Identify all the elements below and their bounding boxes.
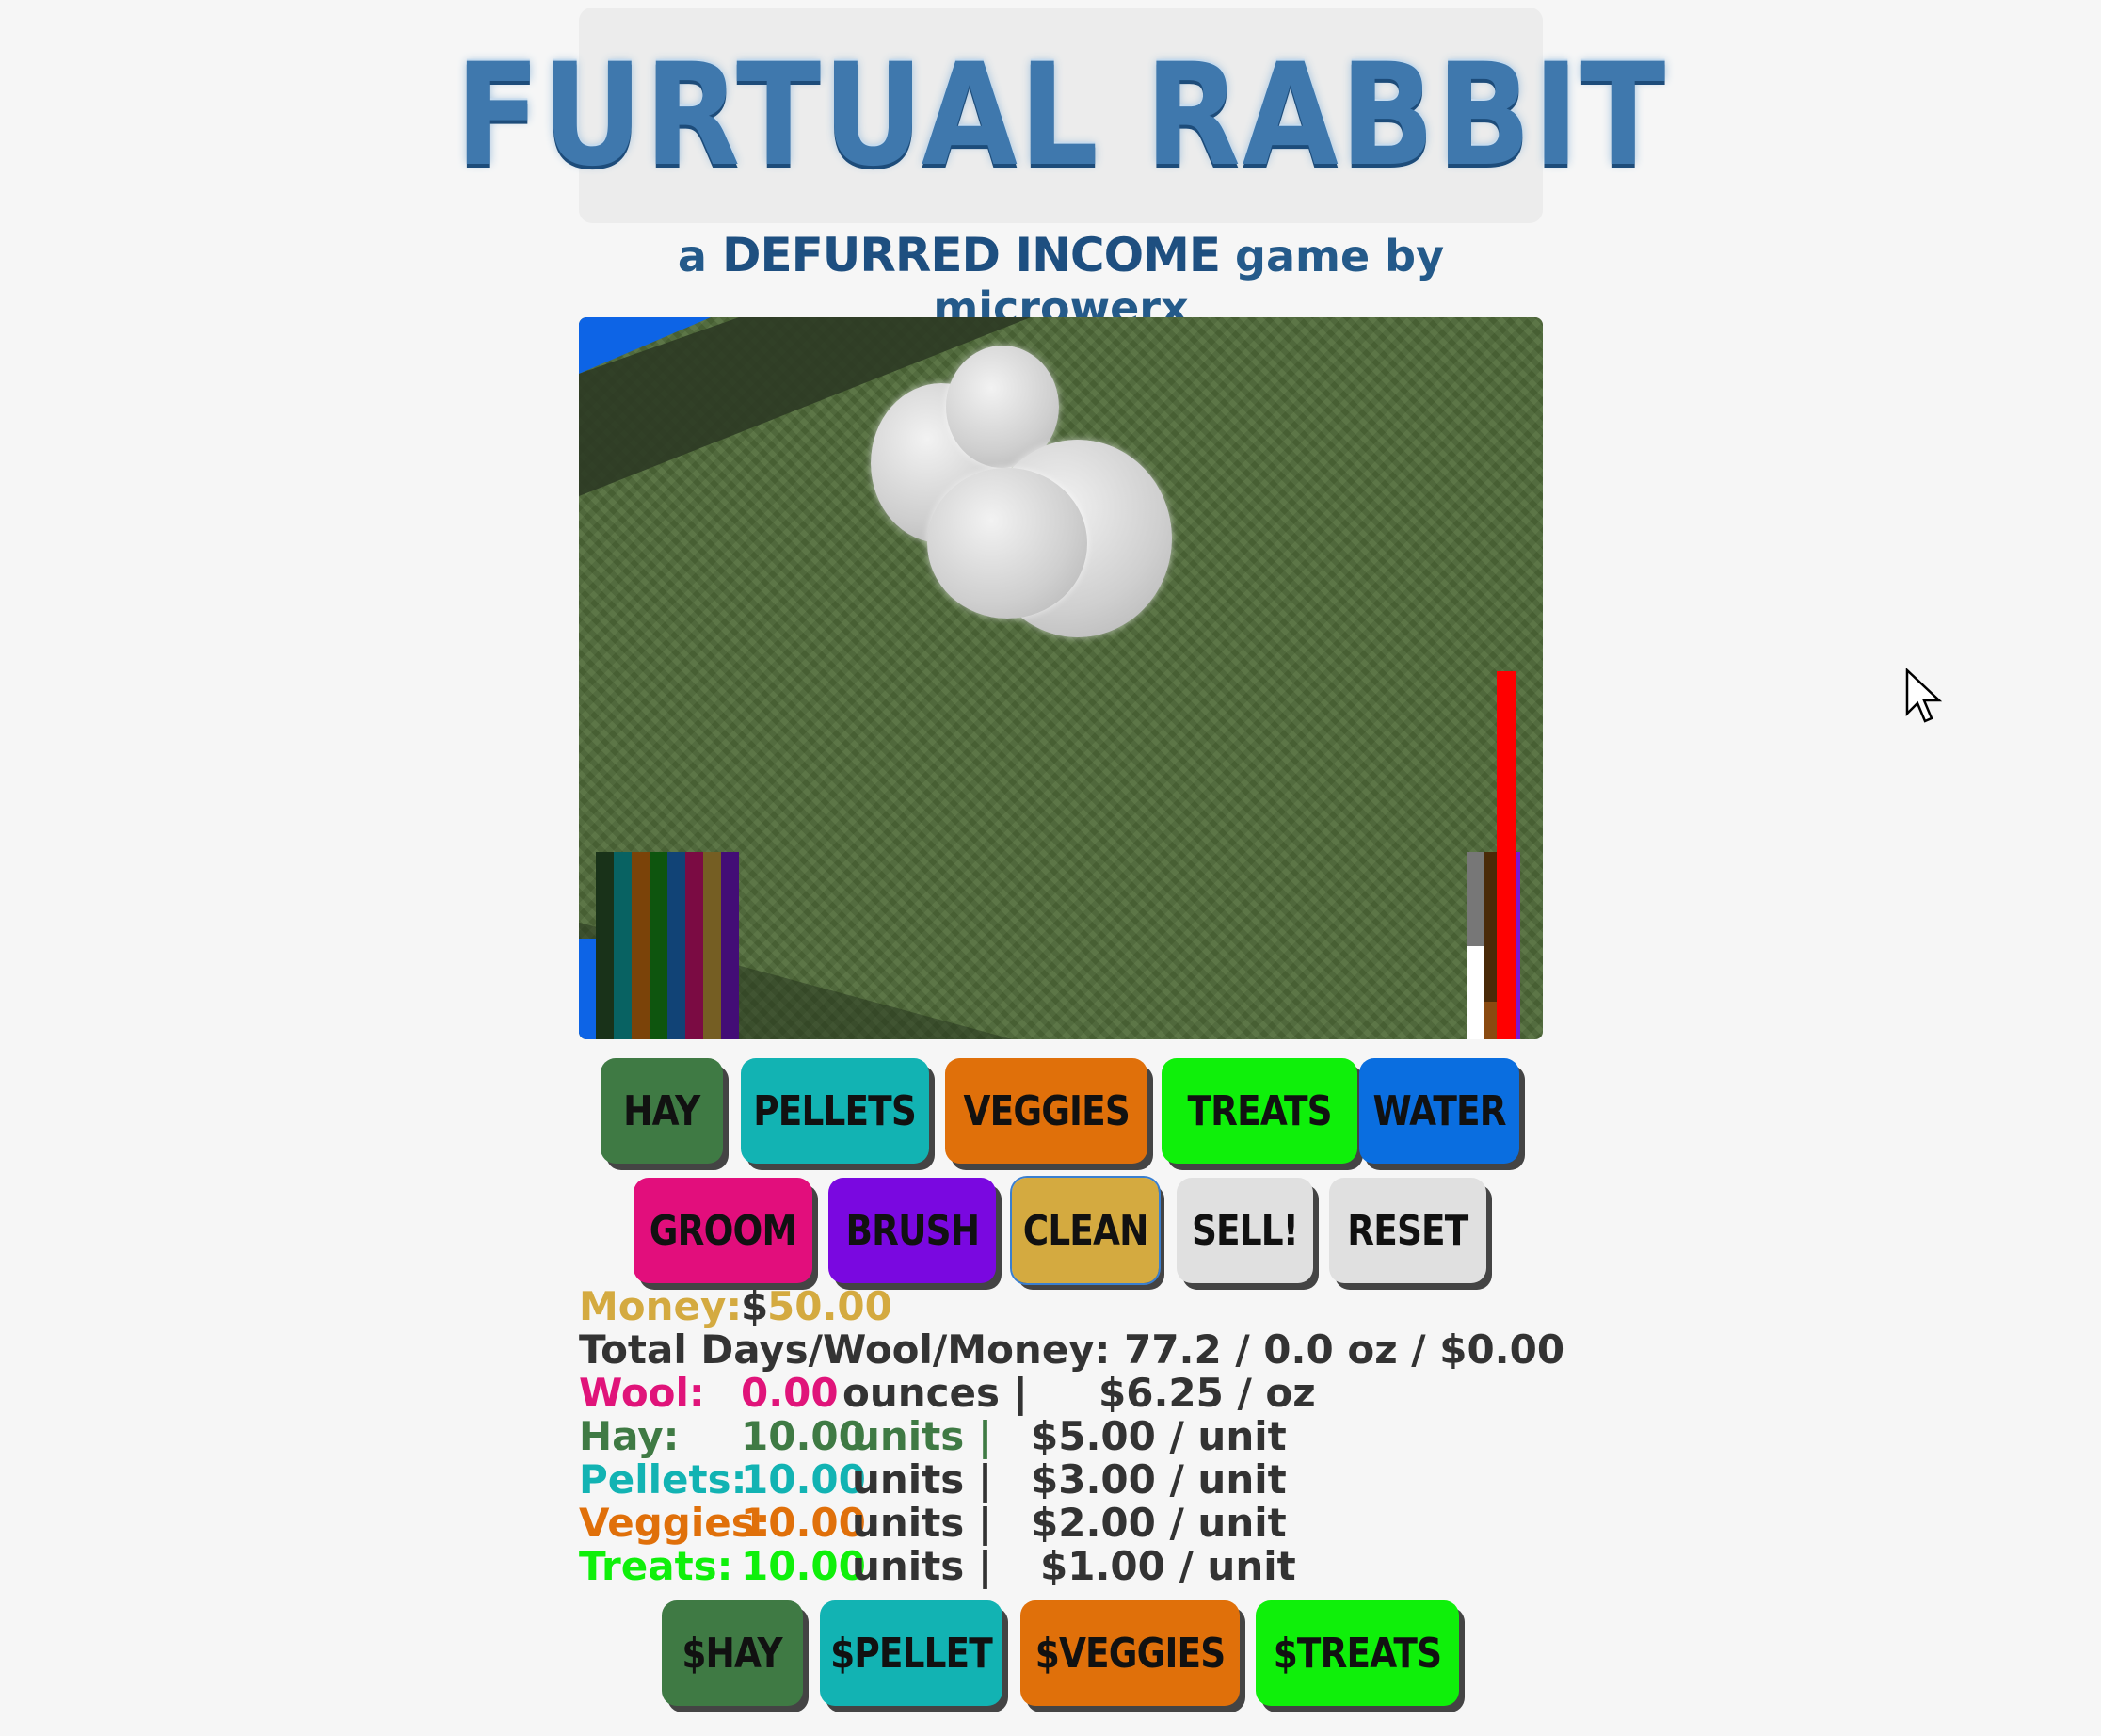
sell-button-label: SELL!: [1192, 1206, 1299, 1255]
hay-button[interactable]: HAY: [601, 1058, 723, 1164]
money-dollar: $: [741, 1283, 769, 1329]
veggies-price: $2.00 / unit: [1031, 1500, 1287, 1546]
treats-units: units |: [852, 1543, 993, 1589]
left-status-bar-fill-2: [632, 998, 650, 1039]
right-status-bar-fill-0: [1467, 945, 1484, 1039]
game-viewport[interactable]: [579, 317, 1543, 1039]
water-button-label: WATER: [1372, 1086, 1506, 1135]
veggies-button-label: VEGGIES: [963, 1086, 1130, 1135]
hay-label: Hay:: [579, 1413, 680, 1459]
treats-price: $1.00 / unit: [1040, 1543, 1296, 1589]
pellets-button-label: PELLETS: [753, 1086, 918, 1135]
brush-button-label: BRUSH: [845, 1206, 980, 1255]
pellets-button[interactable]: PELLETS: [741, 1058, 929, 1164]
mouse-cursor-icon: [1905, 668, 1943, 723]
veggies-button[interactable]: $VEGGIES: [1020, 1600, 1240, 1706]
hay-value: 10.00: [741, 1413, 866, 1459]
hay-button-label: $HAY: [682, 1629, 783, 1678]
left-status-bar-7: [721, 852, 739, 1039]
treats-button[interactable]: TREATS: [1162, 1058, 1357, 1164]
pellets-label: Pellets:: [579, 1456, 747, 1503]
right-status-bar-0: [1467, 852, 1484, 1039]
money-value: 50.00: [767, 1283, 892, 1329]
left-status-bar-fill-1: [614, 998, 632, 1039]
wool-label: Wool:: [579, 1370, 705, 1416]
reset-button[interactable]: RESET: [1329, 1178, 1486, 1283]
treats-button[interactable]: $TREATS: [1256, 1600, 1459, 1706]
rabbit-fur: [927, 468, 1087, 619]
clean-button-label: CLEAN: [1022, 1206, 1149, 1255]
brush-button[interactable]: BRUSH: [828, 1178, 996, 1283]
wool-price: $6.25 / oz: [1099, 1370, 1316, 1416]
subtitle-brand: DEFURRED INCOME: [721, 228, 1221, 282]
veggies-units: units |: [852, 1500, 993, 1546]
hay-price: $5.00 / unit: [1031, 1413, 1287, 1459]
treats-value: 10.00: [741, 1543, 866, 1589]
veggies-button-label: $VEGGIES: [1034, 1629, 1226, 1678]
rabbit[interactable]: [852, 346, 1172, 647]
money-label: Money:: [579, 1283, 743, 1329]
hay-button[interactable]: $HAY: [662, 1600, 803, 1706]
hay-units: units |: [852, 1413, 993, 1459]
treats-button-label: $TREATS: [1273, 1629, 1442, 1678]
left-status-bar-fill-6: [703, 852, 721, 1039]
hay-button-label: HAY: [623, 1086, 700, 1135]
groom-button[interactable]: GROOM: [634, 1178, 812, 1283]
pellet-button-label: $PELLET: [830, 1629, 993, 1678]
left-status-bar-5: [685, 852, 703, 1039]
left-status-bars: [596, 852, 739, 1039]
veggies-button[interactable]: VEGGIES: [945, 1058, 1147, 1164]
water-button[interactable]: WATER: [1359, 1058, 1519, 1164]
red-status-bar: [1497, 671, 1516, 1039]
title-logo: FURTUAL RABBIT: [455, 8, 1665, 223]
left-status-bar-fill-5: [685, 923, 703, 1039]
pellet-button[interactable]: $PELLET: [820, 1600, 1002, 1706]
subtitle-prefix: a: [677, 231, 707, 281]
pellets-value: 10.00: [741, 1456, 866, 1503]
wool-value: 0.00: [741, 1370, 839, 1416]
left-status-bar-2: [632, 852, 650, 1039]
left-status-bar-3: [650, 852, 667, 1039]
reset-button-label: RESET: [1347, 1206, 1468, 1255]
title-logo-text: FURTUAL RABBIT: [455, 33, 1667, 198]
pellets-price: $3.00 / unit: [1031, 1456, 1287, 1503]
left-status-bar-fill-7: [721, 1021, 739, 1039]
veggies-value: 10.00: [741, 1500, 866, 1546]
left-status-bar-4: [667, 852, 685, 1039]
treats-label: Treats:: [579, 1543, 733, 1589]
totals-line: Total Days/Wool/Money: 77.2 / 0.0 oz / $…: [579, 1326, 1565, 1373]
left-status-bar-1: [614, 852, 632, 1039]
left-status-bar-0: [596, 852, 614, 1039]
left-status-bar-6: [703, 852, 721, 1039]
wool-units: ounces |: [842, 1370, 1028, 1416]
pellets-units: units |: [852, 1456, 993, 1503]
clean-button[interactable]: CLEAN: [1010, 1176, 1161, 1285]
groom-button-label: GROOM: [649, 1206, 797, 1255]
sell-button[interactable]: SELL!: [1177, 1178, 1313, 1283]
treats-button-label: TREATS: [1187, 1086, 1332, 1135]
